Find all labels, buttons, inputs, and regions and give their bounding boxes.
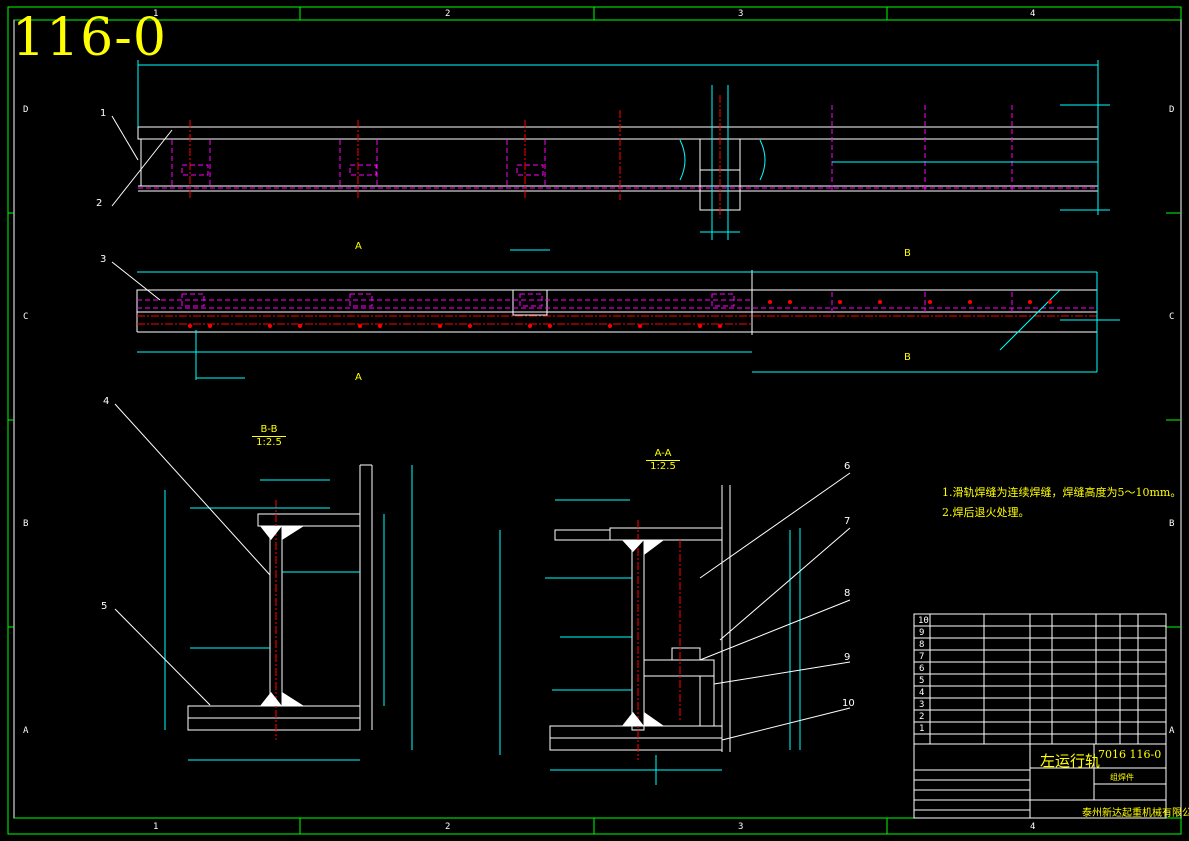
grid-row-a-right: A (1169, 726, 1175, 736)
section-aa (499, 472, 851, 785)
bom-row-number: 6 (919, 664, 925, 674)
title-sub-label: 组焊件 (1110, 773, 1134, 782)
note-line-2: 2.焊后退火处理。 (942, 506, 1030, 519)
section-mark-a-top: A (355, 241, 362, 252)
section-bb-label: B-B 1:2.5 (252, 424, 286, 449)
grid-col-3-top: 3 (738, 9, 744, 19)
technical-notes: 1.滑轨焊缝为连续焊缝，焊缝高度为5～10mm。 2.焊后退火处理。 (942, 483, 1181, 523)
bom-row-number: 10 (918, 616, 929, 626)
bom-row-number: 9 (919, 628, 925, 638)
section-mark-b-top: B (904, 248, 911, 259)
callout-4: 4 (103, 396, 110, 407)
grid-col-2-bottom: 2 (445, 822, 451, 832)
section-bb-title: B-B (252, 424, 286, 437)
grid-col-2-top: 2 (445, 9, 451, 19)
callout-2: 2 (96, 198, 103, 209)
grid-col-3-bottom: 3 (738, 822, 744, 832)
drawing-number-large: 116-0 (12, 8, 167, 68)
note-line-1: 1.滑轨焊缝为连续焊缝，焊缝高度为5～10mm。 (942, 486, 1182, 499)
callout-6: 6 (844, 461, 851, 472)
section-aa-scale: 1:2.5 (650, 461, 676, 472)
callout-10: 10 (842, 698, 855, 709)
callout-3: 3 (100, 254, 107, 265)
grid-col-1-bottom: 1 (153, 822, 159, 832)
callout-1: 1 (100, 108, 107, 119)
bom-row-number: 1 (919, 724, 925, 734)
bom-row-number: 8 (919, 640, 925, 650)
grid-row-b-right: B (1169, 519, 1175, 529)
title-company: 泰州新达起重机械有限公司 (1082, 808, 1189, 819)
bom-row-number: 5 (919, 676, 925, 686)
elevation-view (137, 60, 1110, 240)
bom-row-number: 2 (919, 712, 925, 722)
title-part-name: 左运行轨 (1040, 752, 1101, 770)
bom-row-number: 7 (919, 652, 925, 662)
section-bb (114, 403, 413, 761)
section-bb-scale: 1:2.5 (256, 437, 282, 448)
callout-7: 7 (844, 516, 851, 527)
callout-8: 8 (844, 588, 851, 599)
grid-col-4-bottom: 4 (1030, 822, 1036, 832)
grid-col-1-top: 1 (153, 9, 159, 19)
section-aa-title: A-A (646, 448, 680, 461)
drawing-canvas (7, 6, 1182, 835)
callout-5: 5 (101, 601, 108, 612)
grid-row-c-left: C (23, 312, 29, 322)
callout-9: 9 (844, 652, 851, 663)
grid-row-d-left: D (23, 105, 29, 115)
grid-row-b-left: B (23, 519, 29, 529)
plan-view (136, 249, 1120, 380)
bom-row-number: 3 (919, 700, 925, 710)
title-drawing-code: 7016 116-0 (1098, 748, 1162, 761)
grid-row-d-right: D (1169, 105, 1175, 115)
title-block (913, 613, 1167, 819)
bom-row-number: 4 (919, 688, 925, 698)
grid-col-4-top: 4 (1030, 9, 1036, 19)
section-mark-b-bottom: B (904, 352, 911, 363)
grid-row-a-left: A (23, 726, 29, 736)
section-aa-label: A-A 1:2.5 (646, 448, 680, 473)
grid-row-c-right: C (1169, 312, 1175, 322)
section-mark-a-bottom: A (355, 372, 362, 383)
